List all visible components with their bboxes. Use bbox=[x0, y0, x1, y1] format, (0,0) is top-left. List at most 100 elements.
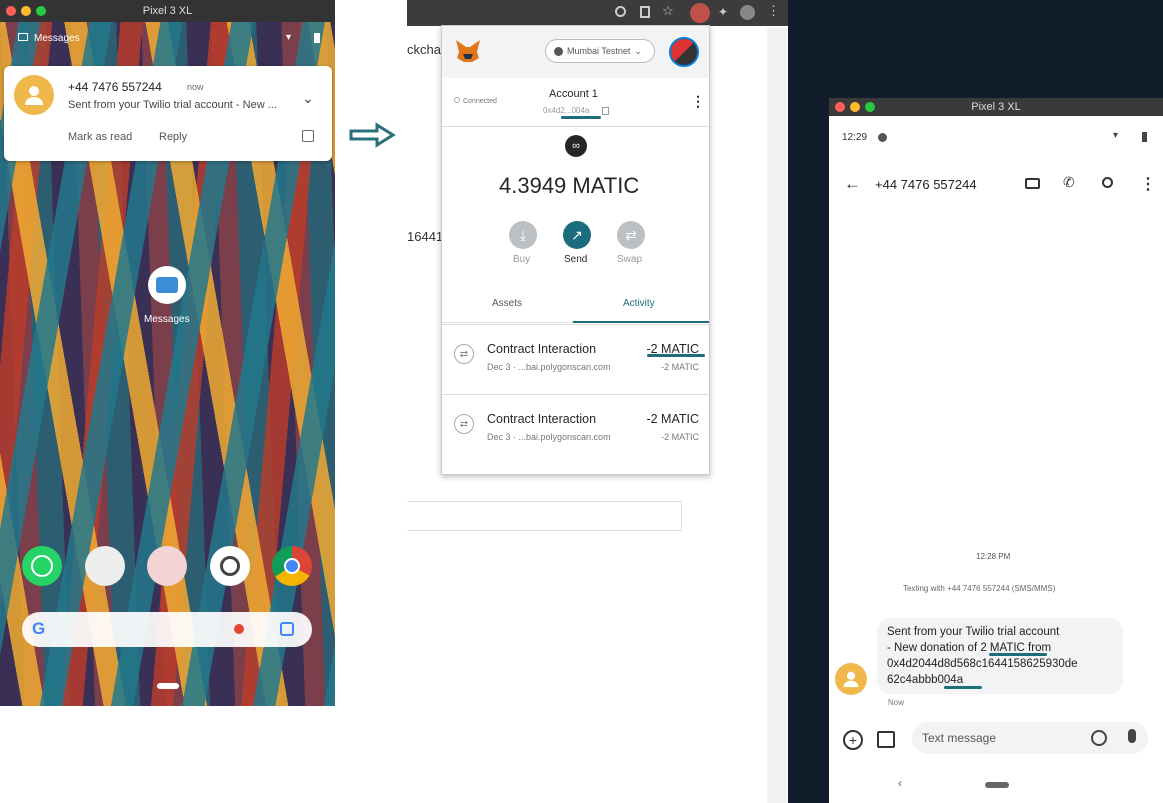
activity-item[interactable]: ⇄ Contract Interaction Dec 3 · ...bai.po… bbox=[442, 394, 711, 462]
wifi-icon: ▾ bbox=[286, 32, 292, 43]
activity-item[interactable]: ⇄ Contract Interaction Dec 3 · ...bai.po… bbox=[442, 324, 711, 392]
status-icon bbox=[878, 133, 887, 142]
chrome-icon[interactable] bbox=[272, 546, 312, 586]
window-title: Pixel 3 XL bbox=[142, 5, 193, 17]
zoom-icon[interactable] bbox=[615, 6, 626, 17]
balance: 4.3949 MATIC bbox=[499, 173, 640, 198]
message-timestamp: 12:28 PM bbox=[976, 552, 1011, 561]
chat-icon bbox=[156, 277, 178, 293]
nav-home-bar[interactable] bbox=[985, 782, 1009, 788]
activity-title: Contract Interaction bbox=[487, 412, 597, 426]
emoji-icon[interactable] bbox=[1091, 730, 1107, 746]
copy-icon[interactable] bbox=[602, 107, 609, 115]
page-partial-text: 16441 bbox=[407, 229, 444, 244]
activity-subtitle: Dec 3 · ...bai.polygonscan.com bbox=[487, 432, 611, 442]
star-icon[interactable]: ☆ bbox=[662, 3, 674, 19]
incoming-message-bubble[interactable]: Sent from your Twilio trial account - Ne… bbox=[877, 618, 1123, 694]
annotation-underline bbox=[989, 653, 1047, 656]
compose-placeholder: Text message bbox=[922, 731, 997, 745]
close-dot[interactable] bbox=[6, 6, 16, 16]
zoom-dot[interactable] bbox=[865, 102, 875, 112]
header-divider bbox=[442, 126, 709, 127]
screenshot-icon[interactable] bbox=[302, 130, 314, 142]
minimize-dot[interactable] bbox=[850, 102, 860, 112]
messages-app: 12:29 ▾ ← +44 7476 557244 ✆ ⋮ 12:28 PM T… bbox=[829, 116, 1163, 803]
google-folder-icon[interactable] bbox=[85, 546, 125, 586]
browser-menu-icon[interactable]: ⋮ bbox=[767, 3, 780, 19]
home-gesture-bar[interactable] bbox=[157, 683, 179, 689]
microphone-icon[interactable] bbox=[1128, 729, 1136, 743]
account-name[interactable]: Account 1 bbox=[549, 88, 598, 100]
send-label: Send bbox=[564, 254, 588, 265]
contract-interaction-icon: ⇄ bbox=[454, 414, 474, 434]
notification-card[interactable]: +44 7476 557244 now Sent from your Twili… bbox=[4, 66, 332, 161]
message-text: 0x4d2044d8d568c1644158625930de bbox=[887, 658, 1078, 670]
profile-avatar[interactable] bbox=[740, 5, 755, 20]
more-options-icon[interactable]: ⋮ bbox=[1140, 174, 1156, 194]
add-attachment-icon[interactable]: + bbox=[843, 730, 863, 750]
extensions-icon[interactable]: ✦ bbox=[718, 5, 728, 19]
status-bar: Messages ▾ bbox=[0, 30, 335, 50]
nav-back-icon[interactable]: ‹ bbox=[898, 776, 902, 790]
account-address[interactable]: 0x4d2...004a bbox=[543, 106, 589, 115]
wifi-icon: ▾ bbox=[1113, 130, 1119, 141]
activity-subtitle: Dec 3 · ...bai.polygonscan.com bbox=[487, 362, 611, 372]
share-icon[interactable] bbox=[640, 6, 650, 18]
video-call-icon[interactable] bbox=[1025, 178, 1040, 189]
buy-button[interactable]: ⤓ bbox=[509, 221, 537, 249]
arrow-right-icon bbox=[349, 122, 396, 148]
window-title: Pixel 3 XL bbox=[971, 101, 1021, 113]
page-scrollbar[interactable] bbox=[767, 28, 787, 803]
compose-field[interactable]: Text message bbox=[912, 722, 1148, 754]
network-selector[interactable]: Mumbai Testnet ⌄ bbox=[545, 39, 655, 63]
phone-call-icon[interactable]: ✆ bbox=[1063, 174, 1075, 191]
youtube-folder-icon[interactable] bbox=[147, 546, 187, 586]
metamask-extension-icon[interactable] bbox=[690, 3, 710, 23]
back-arrow-icon[interactable]: ← bbox=[844, 174, 861, 194]
network-label: Mumbai Testnet bbox=[567, 46, 631, 56]
message-status: Now bbox=[888, 698, 905, 707]
page-input-box[interactable] bbox=[407, 501, 682, 531]
activity-amount-secondary: -2 MATIC bbox=[661, 432, 699, 442]
lens-icon[interactable] bbox=[280, 622, 294, 636]
battery-icon bbox=[314, 33, 320, 43]
chevron-down-icon: ⌄ bbox=[634, 45, 642, 56]
camera-icon[interactable] bbox=[210, 546, 250, 586]
chevron-down-icon[interactable]: ⌄ bbox=[302, 90, 314, 107]
tab-activity[interactable]: Activity bbox=[623, 298, 655, 309]
search-icon[interactable] bbox=[1102, 177, 1113, 188]
mark-as-read-button[interactable]: Mark as read bbox=[68, 131, 132, 143]
contact-avatar bbox=[835, 663, 867, 695]
texting-with-label: Texting with +44 7476 557244 (SMS/MMS) bbox=[903, 584, 1056, 593]
whatsapp-icon[interactable] bbox=[22, 546, 62, 586]
tab-assets[interactable]: Assets bbox=[492, 298, 522, 309]
buy-label: Buy bbox=[513, 254, 531, 265]
status-app-label: Messages bbox=[34, 33, 80, 44]
annotation-underline bbox=[647, 354, 705, 357]
notification-body: Sent from your Twilio trial account - Ne… bbox=[68, 99, 277, 111]
send-button[interactable]: ↗ bbox=[563, 221, 591, 249]
page-partial-text: ckchai bbox=[407, 42, 444, 57]
message-text: Sent from your Twilio trial account bbox=[887, 626, 1060, 638]
close-dot[interactable] bbox=[835, 102, 845, 112]
metamask-header: Mumbai Testnet ⌄ bbox=[442, 26, 709, 78]
messages-app-icon[interactable] bbox=[148, 266, 186, 304]
google-search-bar[interactable]: G bbox=[22, 612, 312, 647]
account-avatar[interactable] bbox=[669, 37, 699, 67]
activity-amount: -2 MATIC bbox=[646, 412, 699, 426]
reply-button[interactable]: Reply bbox=[159, 131, 187, 143]
gallery-icon[interactable] bbox=[877, 731, 895, 748]
notification-time: now bbox=[187, 82, 204, 92]
zoom-dot[interactable] bbox=[36, 6, 46, 16]
metamask-popup: Mumbai Testnet ⌄ Connected Account 1 0x4… bbox=[441, 25, 711, 475]
battery-icon bbox=[1142, 132, 1147, 142]
notification-sender: +44 7476 557244 bbox=[68, 80, 162, 94]
status-dot bbox=[454, 97, 460, 103]
activity-amount-secondary: -2 MATIC bbox=[661, 362, 699, 372]
annotation-underline bbox=[944, 686, 982, 689]
annotation-underline bbox=[561, 116, 601, 119]
assistant-icon[interactable] bbox=[234, 624, 244, 634]
swap-button[interactable]: ⇄ bbox=[617, 221, 645, 249]
account-options-icon[interactable]: ⋮ bbox=[691, 93, 705, 110]
minimize-dot[interactable] bbox=[21, 6, 31, 16]
